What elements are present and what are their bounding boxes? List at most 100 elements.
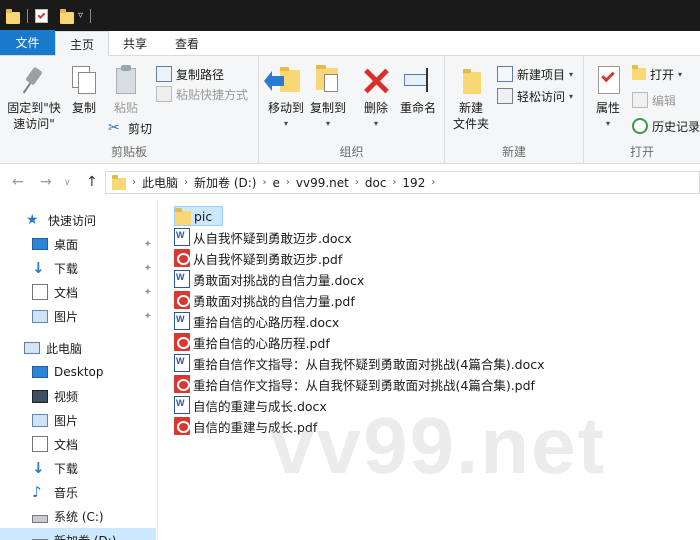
nav-pc-desktop[interactable]: Desktop [0, 360, 156, 384]
delete-button[interactable]: 删除 ▾ [357, 64, 395, 132]
nav-pc-documents[interactable]: 文档 [0, 432, 156, 456]
nav-desktop[interactable]: 桌面 ✦ [0, 232, 156, 256]
word-doc-icon [174, 354, 190, 372]
paste-shortcut-icon [156, 86, 172, 102]
pin-icon[interactable]: ✦ [144, 239, 152, 250]
nav-pc-desktop-label: Desktop [54, 365, 104, 379]
copy-button[interactable]: 复制 [66, 64, 102, 116]
nav-music[interactable]: ♪ 音乐 [0, 480, 156, 504]
file-name: 勇敢面对挑战的自信力量.pdf [193, 293, 355, 309]
divider [90, 8, 92, 23]
divider [27, 8, 28, 23]
folder-icon [112, 174, 126, 190]
desktop-icon [32, 238, 48, 250]
open-group: 属性 ▾ 打开 ▾ 编辑 历史记录 打开 [584, 56, 700, 164]
forward-arrow-icon[interactable]: → [40, 174, 52, 190]
breadcrumb-192[interactable]: 192 [402, 176, 425, 190]
documents-icon [32, 284, 48, 300]
properties-quick-icon[interactable] [35, 8, 48, 23]
address-bar[interactable]: › 此电脑 › 新加卷 (D:) › e › vv99.net › doc › … [105, 171, 700, 194]
file-name: 从自我怀疑到勇敢迈步.pdf [193, 251, 343, 267]
properties-label: 属性 [595, 101, 620, 115]
delete-label: 删除 [363, 101, 388, 115]
rename-label: 重命名 [399, 101, 436, 115]
scissors-icon: ✂ [108, 120, 120, 136]
list-item[interactable]: 自信的重建与成长.docx [174, 395, 327, 415]
list-item[interactable]: 勇敢面对挑战的自信力量.docx [174, 269, 364, 289]
nav-pc-pictures[interactable]: 图片 [0, 408, 156, 432]
nav-documents[interactable]: 文档 ✦ [0, 280, 156, 304]
list-item[interactable]: 从自我怀疑到勇敢迈步.docx [174, 227, 352, 247]
copy-to-button[interactable]: 复制到 ▾ [307, 64, 349, 132]
tab-view[interactable]: 查看 [161, 31, 213, 55]
chevron-right-icon: › [354, 177, 359, 188]
history-button[interactable]: 历史记录 [632, 116, 700, 136]
edit-button[interactable]: 编辑 [632, 90, 676, 110]
organize-group: 移动到 ▾ 复制到 ▾ 删除 ▾ 重命名 组织 [259, 56, 445, 164]
edit-icon [632, 92, 648, 108]
list-item[interactable]: pic [174, 206, 224, 226]
nav-pictures[interactable]: 图片 ✦ [0, 304, 156, 328]
copy-path-button[interactable]: 复制路径 [156, 64, 224, 84]
pin-icon[interactable]: ✦ [144, 287, 152, 298]
new-group-label: 新建 [501, 145, 526, 159]
pdf-icon [174, 375, 190, 393]
paste-icon [110, 64, 142, 96]
list-item[interactable]: 勇敢面对挑战的自信力量.pdf [174, 290, 355, 310]
nav-pictures-label: 图片 [54, 309, 79, 324]
easy-access-button[interactable]: 轻松访问 ▾ [497, 86, 573, 106]
breadcrumb-vv99[interactable]: vv99.net [296, 176, 349, 190]
breadcrumb-volume-d[interactable]: 新加卷 (D:) [194, 174, 256, 191]
breadcrumb-this-pc[interactable]: 此电脑 [142, 174, 178, 191]
new-folder-button[interactable]: 新建 文件夹 [451, 64, 491, 132]
nav-drive-d[interactable]: 新加卷 (D:) [0, 528, 156, 540]
nav-quick-access[interactable]: ★ 快速访问 [0, 208, 156, 232]
pin-icon[interactable]: ✦ [144, 263, 152, 274]
list-item[interactable]: 重拾自信的心路历程.pdf [174, 332, 330, 352]
nav-videos[interactable]: 视频 [0, 384, 156, 408]
file-name: 自信的重建与成长.docx [193, 398, 327, 414]
cut-label: 剪切 [128, 121, 153, 136]
copy-path-icon [156, 66, 172, 82]
paste-button[interactable]: 粘贴 [106, 64, 146, 116]
nav-pc-downloads-label: 下载 [54, 461, 79, 476]
tab-home[interactable]: 主页 [55, 31, 110, 56]
list-item[interactable]: 重拾自信的心路历程.docx [174, 311, 339, 331]
properties-button[interactable]: 属性 ▾ [590, 64, 626, 132]
chevron-down-icon: ▾ [325, 119, 330, 128]
nav-drive-c[interactable]: 系统 (C:) [0, 504, 156, 528]
move-to-button[interactable]: 移动到 ▾ [264, 64, 307, 132]
nav-pc-downloads[interactable]: ↓ 下载 [0, 456, 156, 480]
pin-icon[interactable]: ✦ [144, 311, 152, 322]
cut-button[interactable]: ✂ 剪切 [108, 118, 152, 138]
list-item[interactable]: 重拾自信作文指导：从自我怀疑到勇敢面对挑战(4篇合集).docx [174, 353, 545, 373]
list-item[interactable]: 重拾自信作文指导：从自我怀疑到勇敢面对挑战(4篇合集).pdf [174, 374, 535, 394]
rename-button[interactable]: 重命名 [397, 64, 439, 116]
pin-quick-access-button[interactable]: 固定到"快 速访问" [4, 64, 64, 132]
customize-chevron-icon[interactable]: ▿ [78, 10, 83, 21]
delete-x-icon [360, 64, 392, 96]
tab-share[interactable]: 共享 [109, 31, 161, 55]
breadcrumb-doc[interactable]: doc [365, 176, 387, 190]
breadcrumb-e[interactable]: e [272, 176, 279, 190]
copy-path-label: 复制路径 [176, 67, 225, 82]
tab-file[interactable]: 文件 [0, 30, 55, 55]
nav-this-pc[interactable]: 此电脑 [0, 336, 156, 360]
back-arrow-icon[interactable]: ← [12, 174, 24, 190]
new-folder-quick-icon[interactable] [60, 8, 74, 24]
nav-downloads[interactable]: ↓ 下载 ✦ [0, 256, 156, 280]
list-item[interactable]: 从自我怀疑到勇敢迈步.pdf [174, 248, 342, 268]
open-button[interactable]: 打开 ▾ [632, 64, 682, 84]
clipboard-group-label: 剪贴板 [110, 145, 147, 159]
chevron-right-icon: › [285, 177, 290, 188]
list-item[interactable]: 自信的重建与成长.pdf [174, 416, 317, 436]
nav-pc-documents-label: 文档 [54, 437, 79, 452]
chevron-down-icon: ▾ [569, 69, 574, 79]
file-name: 从自我怀疑到勇敢迈步.docx [193, 230, 352, 246]
organize-group-label: 组织 [339, 145, 364, 159]
new-item-button[interactable]: 新建项目 ▾ [497, 64, 573, 84]
recent-chevron-icon[interactable]: ∨ [64, 178, 71, 188]
chevron-down-icon: ▾ [283, 119, 288, 128]
up-arrow-icon[interactable]: ↑ [86, 174, 98, 190]
paste-shortcut-button[interactable]: 粘贴快捷方式 [156, 84, 248, 104]
